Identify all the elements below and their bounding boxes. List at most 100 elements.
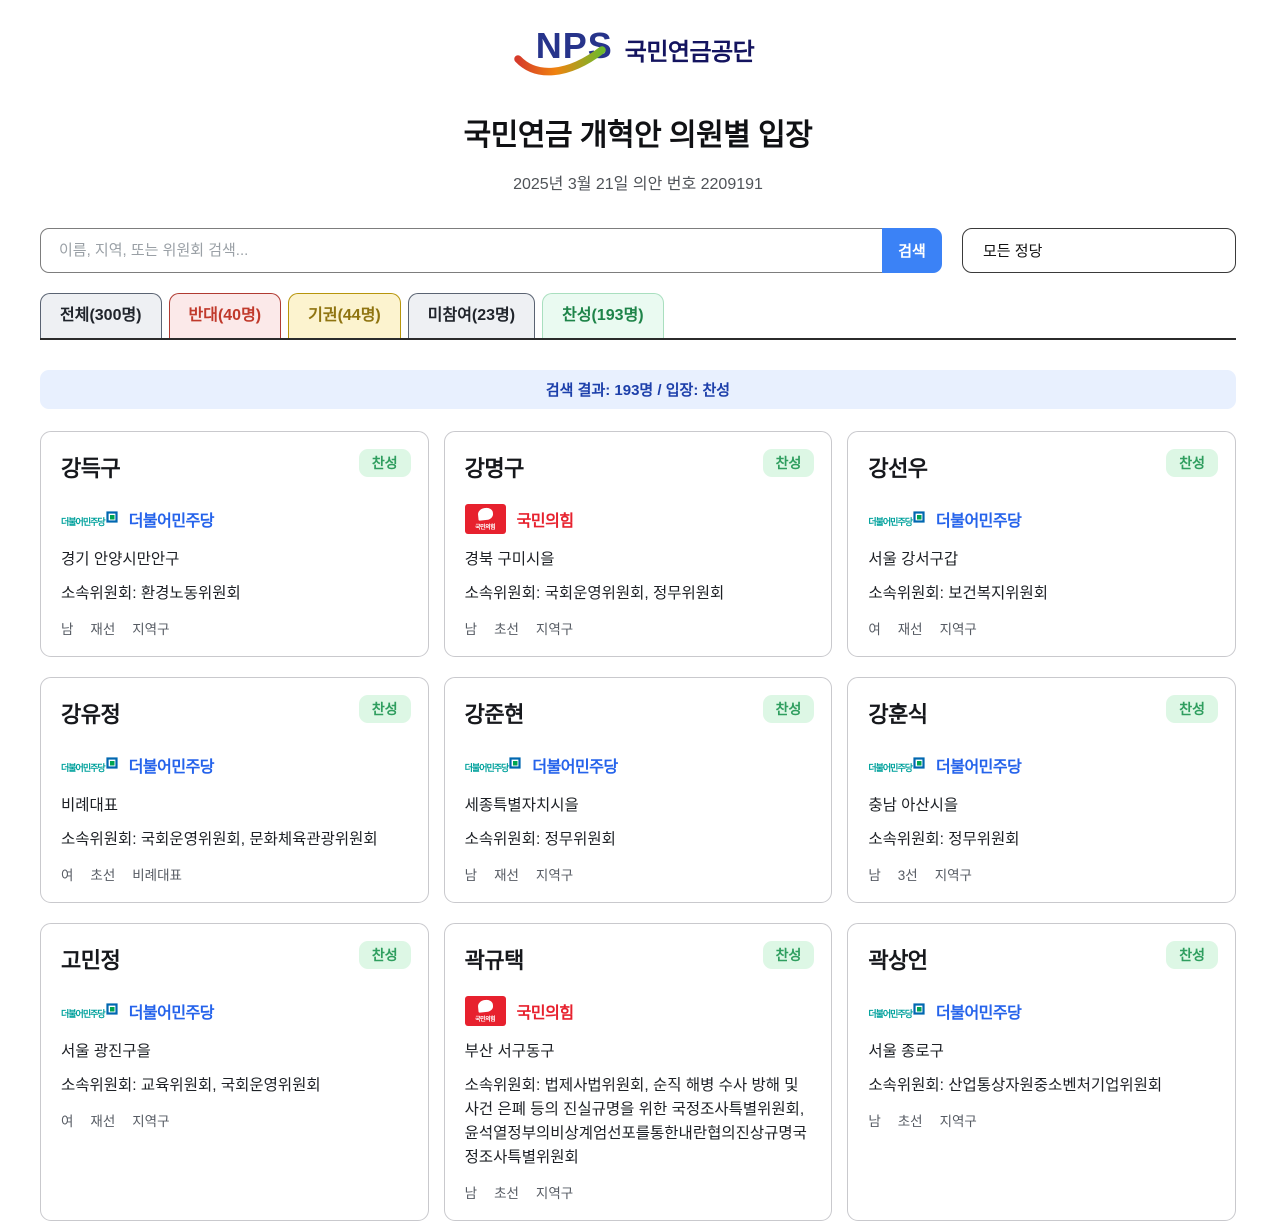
ppp-logo-text: 국민의힘 [475,1016,496,1023]
ppp-symbol-icon [477,998,494,1013]
member-card: 곽상언 찬성 더불어민주당 더불어민주당 더불어민주당 서울 종로구 소속위원회… [847,923,1236,1221]
stance-badge: 찬성 [358,695,411,724]
committee: 소속위원회: 국회운영위원회, 문화체육관광위원회 [61,831,378,849]
party-row: 국민의힘 국민의힘 국민의힘 [464,996,812,1027]
committee: 소속위원회: 정무위원회 [868,831,1020,849]
page-title: 국민연금 개혁안 의원별 입장 [463,119,813,152]
district: 세종특별자치시을 [464,797,579,815]
page-subtitle: 2025년 3월 21일 의안 번호 2209191 [513,176,763,193]
democratic-party-logo-text: 더불어민주당 [61,1009,106,1020]
stance-badge: 찬성 [358,449,411,478]
meta-row: 여 초선 비례대표 [61,864,408,884]
party-row: 더불어민주당 더불어민주당 더불어민주당 [868,996,1215,1026]
party-row: 더불어민주당 더불어민주당 더불어민주당 [61,996,408,1026]
party-name: 더불어민주당 [936,513,1022,531]
tab-oppose[interactable]: 반대(40명) [168,293,282,339]
ppp-party-logo-icon: 국민의힘 [464,996,506,1027]
democratic-party-symbol-icon [913,757,925,769]
party-filter-select[interactable]: 모든 정당 [962,228,1236,273]
tab-absent[interactable]: 미참여(23명) [407,293,536,339]
meta-row: 여 재선 지역구 [61,1110,408,1130]
meta-gender: 여 [868,622,881,638]
meta-gender: 여 [61,1114,74,1130]
meta-term: 초선 [494,622,519,638]
member-card: 강득구 찬성 더불어민주당 더불어민주당 더불어민주당 경기 안양시만안구 소속… [40,431,429,658]
democratic-party-symbol-icon [106,757,118,769]
nps-logo: NPS [513,28,615,76]
party-row: 더불어민주당 더불어민주당 더불어민주당 [868,504,1215,534]
meta-row: 남 재선 지역구 [465,864,812,884]
party-name: 더불어민주당 [128,1005,215,1023]
meta-gender: 남 [868,1114,881,1130]
search-button[interactable]: 검색 [882,228,942,273]
democratic-party-logo-text: 더불어민주당 [61,517,106,528]
meta-term: 3선 [897,868,918,884]
democratic-party-logo-text: 더불어민주당 [868,763,913,774]
header-logo: NPS 국민연금공단 [40,28,1236,76]
stance-badge: 찬성 [762,695,815,724]
meta-term: 재선 [90,1114,116,1130]
stance-badge: 찬성 [358,941,411,970]
meta-gender: 남 [464,868,478,884]
democratic-party-symbol-icon [913,1003,925,1015]
district: 서울 광진구을 [61,1043,151,1061]
meta-row: 여 재선 지역구 [868,618,1215,638]
cards-grid: 강득구 찬성 더불어민주당 더불어민주당 더불어민주당 경기 안양시만안구 소속… [40,431,1236,1221]
page: NPS 국민연금공단 국민연금 개혁안 의원별 입장 2025년 3월 21일 … [0,0,1280,1221]
member-card: 강훈식 찬성 더불어민주당 더불어민주당 더불어민주당 충남 아산시을 소속위원… [847,677,1236,904]
member-name: 강득구 [61,456,121,482]
meta-term: 초선 [897,1114,923,1130]
party-name: 더불어민주당 [128,759,215,777]
tab-abstain[interactable]: 기권(44명) [288,293,401,339]
member-card: 강유정 찬성 더불어민주당 더불어민주당 더불어민주당 비례대표 소속위원회: … [40,677,429,904]
democratic-party-logo-text: 더불어민주당 [868,1009,913,1020]
meta-term: 재선 [494,868,519,884]
democratic-party-logo-icon: 더불어민주당 [61,757,118,773]
search-input[interactable] [40,228,882,273]
democratic-party-logo-icon: 더불어민주당 [61,511,118,527]
party-name: 더불어민주당 [128,513,215,531]
ppp-symbol-icon [477,506,494,521]
democratic-party-symbol-icon [913,511,925,523]
member-name: 강유정 [61,702,121,728]
committee: 소속위원회: 정무위원회 [464,831,616,849]
district: 부산 서구동구 [464,1043,555,1061]
meta-type: 지역구 [535,868,574,884]
party-row: 더불어민주당 더불어민주당 더불어민주당 [61,750,408,780]
meta-type: 지역구 [535,622,574,638]
district: 충남 아산시을 [868,797,959,815]
meta-gender: 남 [61,622,74,638]
meta-row: 남 재선 지역구 [61,618,408,638]
tab-approve[interactable]: 찬성(193명) [542,293,664,339]
committee: 소속위원회: 법제사법위원회, 순직 해병 수사 방해 및 사건 은폐 등의 진… [464,1077,807,1167]
member-name: 강선우 [868,456,928,482]
search-group: 검색 [40,228,942,273]
meta-gender: 남 [464,1186,478,1202]
party-row: 더불어민주당 더불어민주당 더불어민주당 [465,750,812,780]
ppp-party-logo-icon: 국민의힘 [464,504,506,535]
member-name: 강명구 [464,456,525,482]
meta-row: 남 3선 지역구 [868,864,1215,884]
party-row: 국민의힘 국민의힘 국민의힘 [464,504,812,535]
meta-gender: 남 [868,868,881,884]
member-card: 강준현 찬성 더불어민주당 더불어민주당 더불어민주당 세종특별자치시을 소속위… [443,677,833,904]
meta-type: 비례대표 [132,868,182,884]
member-name: 곽상언 [868,948,928,974]
member-name: 고민정 [61,948,121,974]
party-name: 더불어민주당 [532,759,618,777]
party-name: 국민의힘 [516,1005,574,1023]
org-name: 국민연금공단 [624,38,755,66]
democratic-party-symbol-icon [509,757,521,769]
meta-term: 재선 [90,622,116,638]
stance-badge: 찬성 [1166,449,1218,478]
district: 경북 구미시을 [464,551,555,569]
tab-all[interactable]: 전체(300명) [40,293,162,339]
committee: 소속위원회: 국회운영위원회, 정무위원회 [464,585,725,603]
democratic-party-logo-text: 더불어민주당 [868,517,913,528]
district: 서울 강서구갑 [868,551,959,569]
democratic-party-logo-icon: 더불어민주당 [868,1003,925,1019]
member-name: 강훈식 [868,702,928,728]
democratic-party-symbol-icon [106,1003,118,1015]
result-banner: 검색 결과: 193명 / 입장: 찬성 [40,370,1236,410]
meta-gender: 남 [464,622,478,638]
